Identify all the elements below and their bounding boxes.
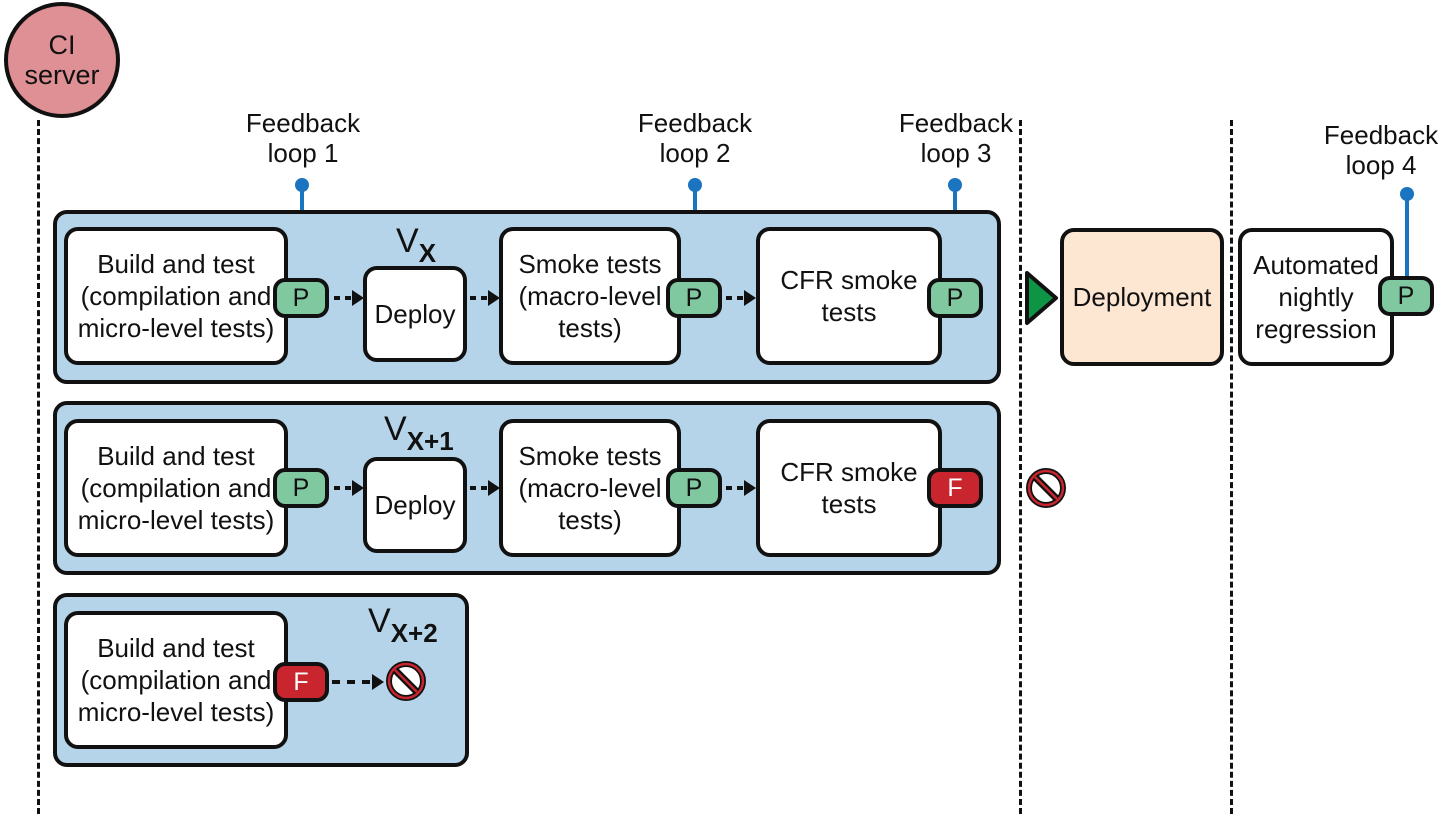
feedback-loop-1-label: Feedback loop 1 [233,108,373,168]
fail-badge: F [273,662,329,702]
feedback-loop-1-line2: loop 1 [267,138,339,168]
version-x2-label: VX+2 [368,604,438,650]
feedback-loop-4-line [1405,193,1409,280]
stage-text: (compilation and [80,473,272,503]
deployment-stage: Deployment [1060,228,1224,366]
feedback-loop-4-line1: Feedback [1323,120,1439,150]
stage-text: Smoke tests [518,249,662,279]
deploy-stage: Deploy [363,457,467,553]
ci-server-label-1: CI [48,30,76,60]
pass-badge: P [273,278,329,318]
stage-text: micro-level tests) [77,505,275,535]
stage-text: tests [821,297,877,327]
blocked-icon [1026,468,1066,508]
stage-text: nightly [1278,282,1354,312]
feedback-loop-3-line1: Feedback [898,108,1014,138]
dashed-arrow [726,290,756,306]
stage-text: tests) [558,313,622,343]
pass-badge: P [666,278,722,318]
stage-text: (macro-level [518,473,662,503]
feedback-loop-3-line2: loop 3 [920,138,992,168]
stage-text: tests [821,489,877,519]
smoke-tests-stage: Smoke tests (macro-level tests) [499,419,681,557]
deployment-separator-line [1019,120,1022,814]
build-and-test-stage: Build and test (compilation and micro-leve… [64,611,288,749]
stage-text: Build and test [97,249,255,279]
stage-text: (macro-level [518,281,662,311]
pass-badge: P [273,468,329,508]
stage-text: (compilation and [80,665,272,695]
version-x1-label: VX+1 [384,412,454,458]
build-and-test-stage: Build and test (compilation and micro-leve… [64,227,288,365]
feedback-loop-2-label: Feedback loop 2 [625,108,765,168]
dashed-arrow [332,674,384,690]
pass-badge: P [1378,276,1434,316]
dashed-arrow [334,290,364,306]
stage-text: CFR smoke [780,457,918,487]
version-x-subscript: X [418,238,437,268]
blocked-icon [386,661,426,701]
stage-text: regression [1255,314,1377,344]
stage-text: Build and test [97,441,255,471]
dashed-arrow [470,480,500,496]
version-x2-subscript: X+2 [390,618,438,648]
feedback-loop-1-line1: Feedback [245,108,361,138]
build-and-test-stage: Build and test (compilation and micro-leve… [64,419,288,557]
stage-text: Deploy [374,490,456,520]
deployment-label: Deployment [1072,282,1212,312]
version-x2-name: V [368,602,391,640]
stage-text: (compilation and [80,281,272,311]
version-x1-subscript: X+1 [406,426,454,456]
stage-text: Smoke tests [518,441,662,471]
deploy-stage: Deploy [363,266,467,362]
cfr-smoke-tests-stage: CFR smoke tests [756,419,942,557]
dashed-arrow [470,290,500,306]
stage-text: micro-level tests) [77,697,275,727]
feedback-loop-3-label: Feedback loop 3 [886,108,1026,168]
ci-server-label-2: server [24,60,100,90]
dashed-arrow [726,480,756,496]
feedback-loop-2-line2: loop 2 [659,138,731,168]
dashed-arrow [334,480,364,496]
ci-server-lane-line [37,120,40,814]
stage-text: CFR smoke [780,265,918,295]
cfr-smoke-tests-stage: CFR smoke tests [756,227,942,365]
version-x1-name: V [384,410,407,448]
pass-badge: P [666,468,722,508]
stage-text: Automated [1253,250,1379,280]
fail-badge: F [927,468,983,508]
feedback-loop-4-label: Feedback loop 4 [1311,120,1439,180]
version-x-name: V [396,222,419,260]
stage-text: micro-level tests) [77,313,275,343]
nightly-separator-line [1230,120,1233,814]
version-x-label: VX [396,224,436,270]
stage-text: Build and test [97,633,255,663]
ci-server-node: CI server [4,2,120,118]
nightly-regression-stage: Automated nightly regression [1238,228,1394,366]
stage-text: Deploy [374,299,456,329]
smoke-tests-stage: Smoke tests (macro-level tests) [499,227,681,365]
feedback-loop-4-line2: loop 4 [1345,150,1417,180]
stage-text: tests) [558,505,622,535]
pass-badge: P [927,278,983,318]
feedback-loop-2-line1: Feedback [637,108,753,138]
go-triangle-icon [1025,271,1058,325]
